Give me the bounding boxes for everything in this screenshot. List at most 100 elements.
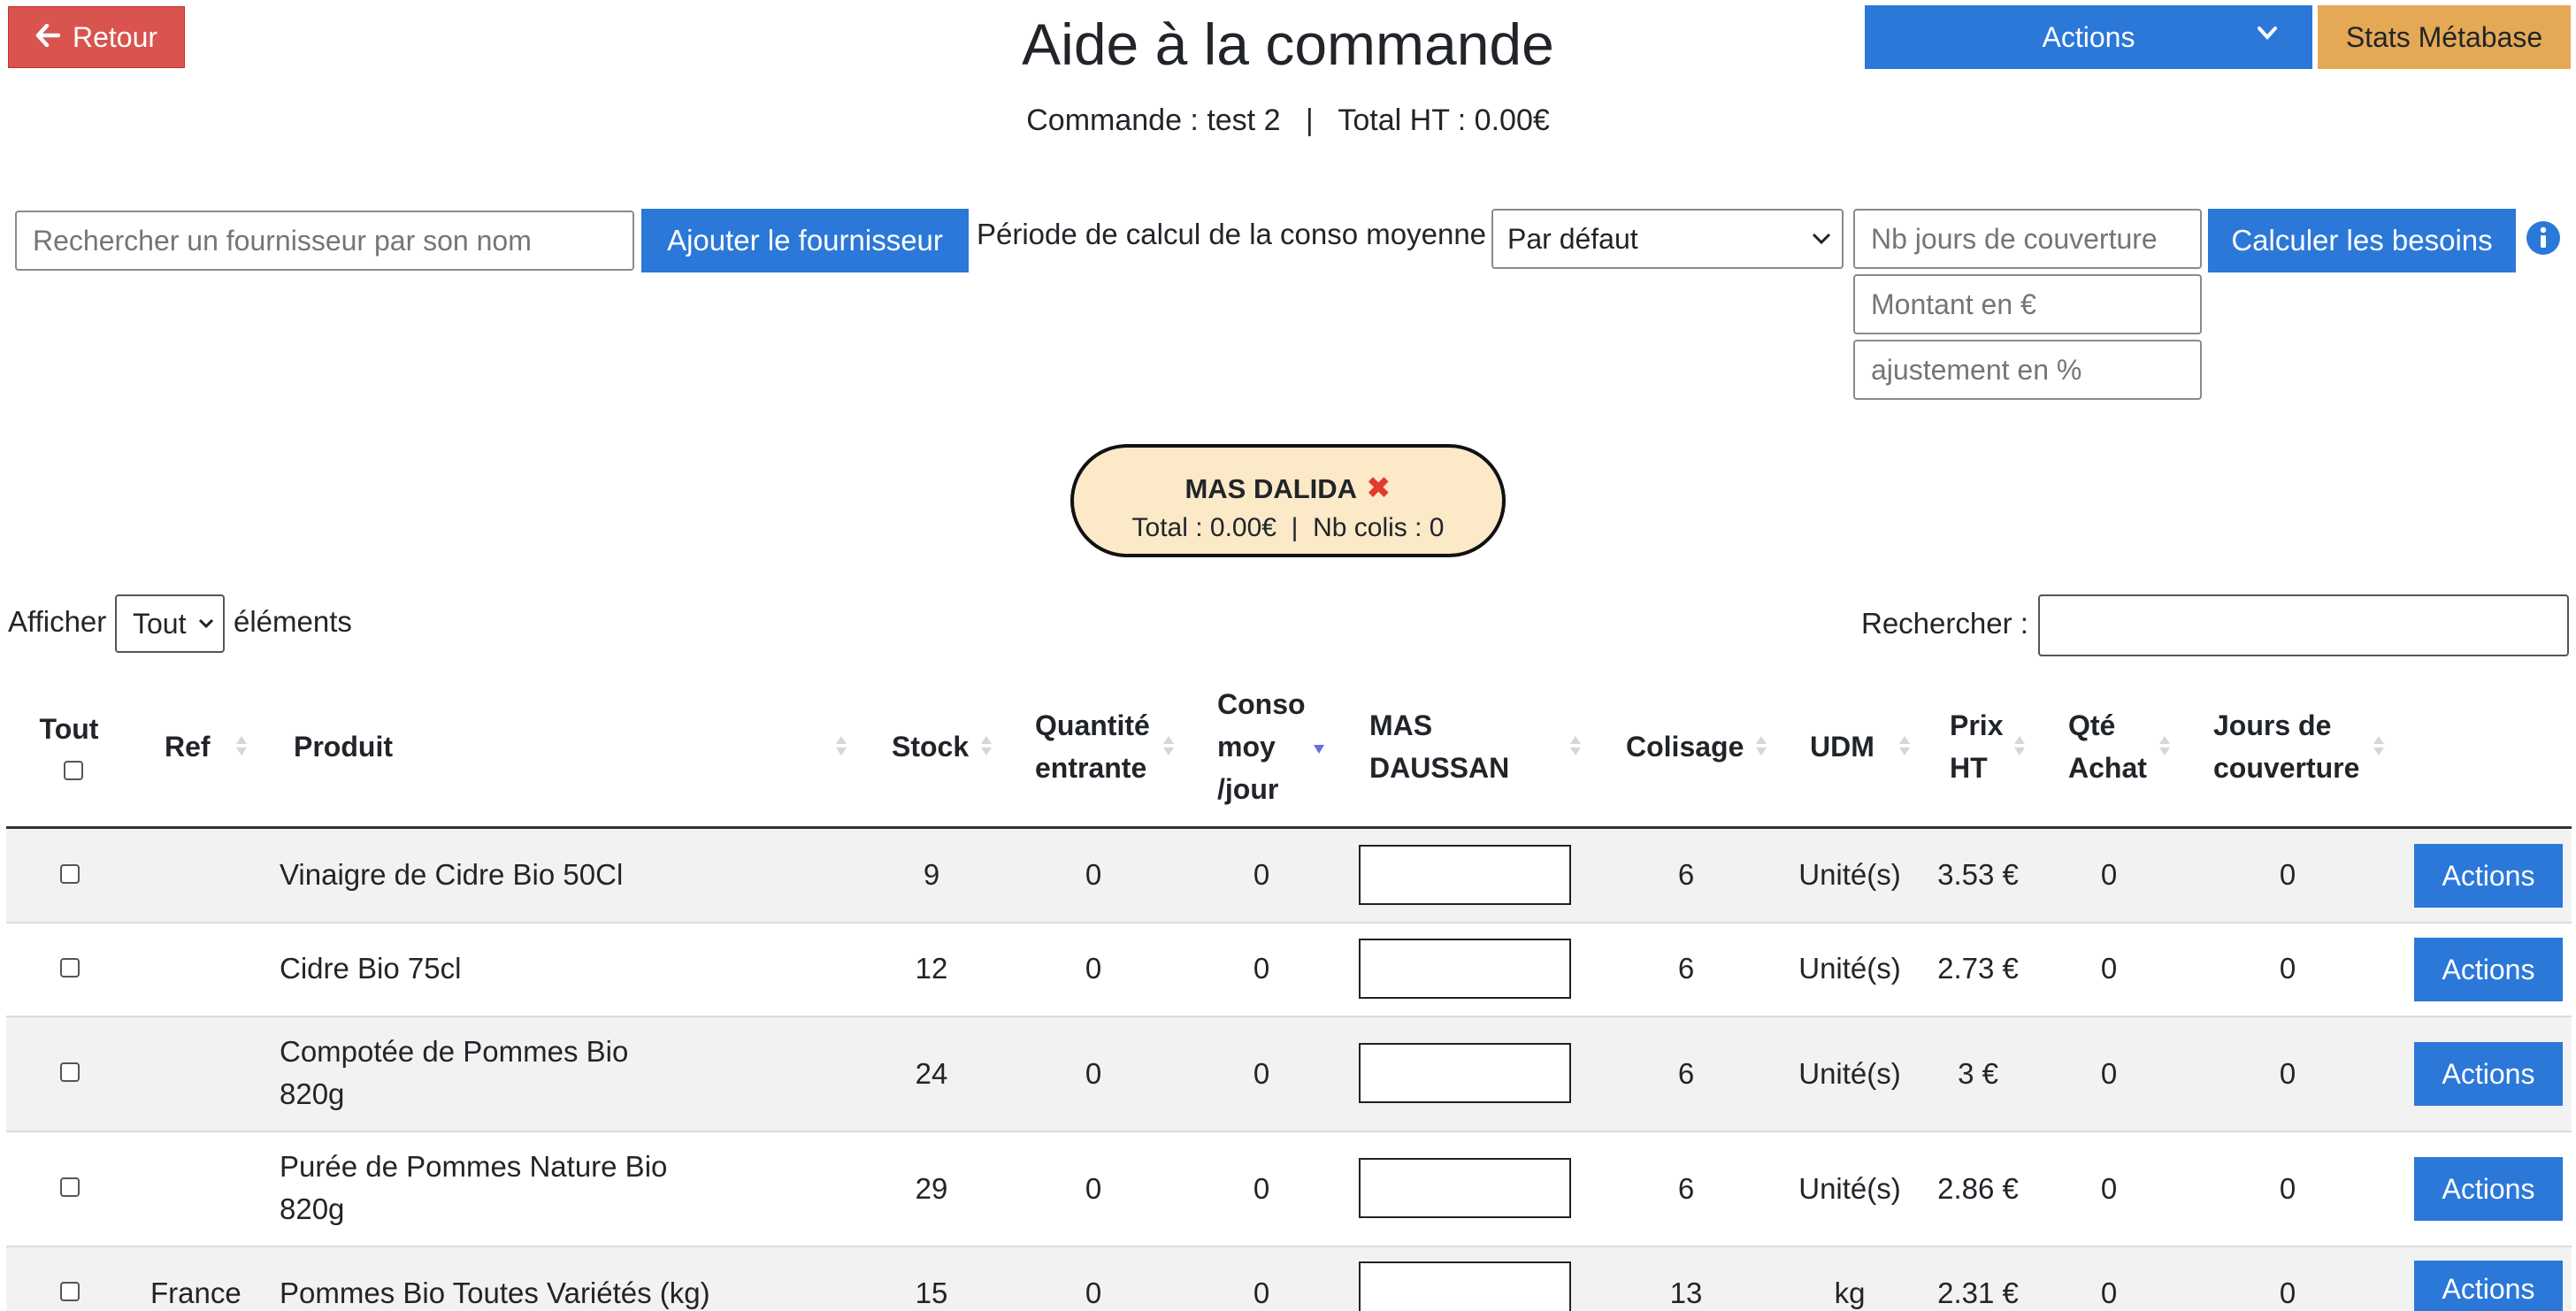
row-actions-button[interactable]: Actions (2414, 1157, 2563, 1221)
row-actions-button[interactable]: Actions (2414, 1042, 2563, 1106)
column-header-supplier-1[interactable]: MAS (1369, 704, 1432, 747)
column-header-incoming-2[interactable]: entrante (1035, 747, 1146, 789)
row-actions-button[interactable]: Actions (2414, 938, 2563, 1001)
product-name: Compotée de Pommes Bio (280, 1035, 629, 1068)
order-qty-input[interactable] (1359, 1043, 1571, 1103)
column-header-udm[interactable]: UDM (1810, 725, 1874, 768)
conso-value: 0 (1253, 1172, 1270, 1205)
qty-value: 0 (2100, 858, 2118, 891)
period-select[interactable]: Par défaut (1491, 209, 1844, 269)
select-all-checkbox[interactable] (64, 761, 83, 780)
adjustment-input[interactable]: ajustement en % (1853, 340, 2202, 400)
column-header-packaging[interactable]: Colisage (1626, 725, 1744, 768)
show-entries-suffix: éléments (234, 605, 352, 638)
supplier-pill: MAS DALIDA ✖ Total : 0.00€ | Nb colis : 0 (1070, 444, 1506, 557)
conso-value: 0 (1253, 1276, 1270, 1309)
incoming-value: 0 (1085, 858, 1102, 891)
product-name: Pommes Bio Toutes Variétés (kg) (280, 1276, 710, 1309)
sort-icon (2373, 736, 2384, 755)
sort-icon (981, 736, 992, 755)
udm-value: Unité(s) (1798, 858, 1901, 891)
column-header-all: Tout (39, 713, 99, 745)
table-search-input[interactable] (2038, 594, 2569, 656)
chevron-down-icon (1812, 233, 1831, 245)
price-value: 3 € (1958, 1057, 1998, 1090)
row-divider (6, 1131, 2572, 1132)
stats-metabase-button[interactable]: Stats Métabase (2318, 5, 2571, 69)
packaging-value: 6 (1677, 952, 1695, 985)
packaging-value: 13 (1669, 1276, 1703, 1309)
packaging-value: 6 (1677, 1057, 1695, 1090)
qty-value: 0 (2100, 1172, 2118, 1205)
product-name-line2: 820g (280, 1192, 345, 1225)
column-header-supplier-2[interactable]: DAUSSAN (1369, 747, 1509, 789)
actions-dropdown-button[interactable]: Actions (1865, 5, 2312, 69)
sort-desc-icon (1314, 745, 1324, 754)
udm-value: Unité(s) (1798, 1057, 1901, 1090)
stock-value: 29 (915, 1172, 948, 1205)
qty-value: 0 (2100, 952, 2118, 985)
row-checkbox[interactable] (60, 1282, 80, 1301)
row-checkbox[interactable] (60, 1062, 80, 1082)
column-header-conso-2[interactable]: moy (1217, 725, 1276, 768)
supplier-search-input[interactable]: Rechercher un fournisseur par son nom (15, 211, 634, 271)
sort-icon (1756, 736, 1767, 755)
row-checkbox[interactable] (60, 1177, 80, 1197)
column-header-product[interactable]: Produit (294, 725, 393, 768)
amount-input[interactable]: Montant en € (1853, 274, 2202, 334)
qty-value: 0 (2100, 1057, 2118, 1090)
coverage-days-input[interactable]: Nb jours de couverture (1853, 209, 2202, 269)
order-qty-input[interactable] (1359, 1158, 1571, 1218)
period-select-value: Par défaut (1507, 222, 1638, 255)
days-value: 0 (2279, 858, 2296, 891)
sort-icon (236, 736, 247, 755)
row-actions-button[interactable]: Actions (2414, 1261, 2563, 1311)
column-header-qty-1[interactable]: Qté (2068, 704, 2115, 747)
packaging-value: 6 (1677, 1172, 1695, 1205)
row-actions-button[interactable]: Actions (2414, 844, 2563, 908)
column-header-conso-3[interactable]: /jour (1217, 768, 1278, 810)
period-label: Période de calcul de la conso moyenne (977, 218, 1487, 250)
compute-needs-button[interactable]: Calculer les besoins (2208, 209, 2516, 272)
page-length-value: Tout (133, 607, 187, 640)
column-header-incoming-1[interactable]: Quantité (1035, 704, 1150, 747)
row-checkbox[interactable] (60, 958, 80, 978)
supplier-totals: Total : 0.00€ | Nb colis : 0 (1131, 513, 1445, 542)
conso-value: 0 (1253, 858, 1270, 891)
udm-value: Unité(s) (1798, 1172, 1901, 1205)
column-header-price-1[interactable]: Prix (1950, 704, 2003, 747)
remove-supplier-icon[interactable]: ✖ (1366, 472, 1392, 505)
column-header-price-2[interactable]: HT (1950, 747, 1988, 789)
column-header-conso-1[interactable]: Conso (1217, 683, 1306, 725)
row-checkbox[interactable] (60, 864, 80, 884)
incoming-value: 0 (1085, 952, 1102, 985)
column-header-qty-2[interactable]: Achat (2068, 747, 2147, 789)
product-name: Purée de Pommes Nature Bio (280, 1150, 668, 1183)
conso-value: 0 (1253, 952, 1270, 985)
incoming-value: 0 (1085, 1172, 1102, 1205)
add-supplier-button[interactable]: Ajouter le fournisseur (641, 209, 969, 272)
supplier-name: MAS DALIDA (1184, 473, 1358, 504)
price-value: 2.73 € (1937, 952, 2019, 985)
stock-value: 9 (923, 858, 940, 891)
chevron-down-icon (2258, 27, 2277, 40)
incoming-value: 0 (1085, 1057, 1102, 1090)
product-name: Cidre Bio 75cl (280, 952, 462, 985)
info-icon[interactable] (2526, 220, 2561, 256)
column-header-days-1[interactable]: Jours de (2213, 704, 2331, 747)
column-header-ref[interactable]: Ref (165, 725, 211, 768)
column-header-days-2[interactable]: couverture (2213, 747, 2359, 789)
column-header-stock[interactable]: Stock (892, 725, 969, 768)
udm-value: kg (1834, 1276, 1866, 1309)
sort-icon (1163, 736, 1174, 755)
order-qty-input[interactable] (1359, 845, 1571, 905)
page-length-select[interactable]: Tout (115, 594, 225, 653)
order-qty-input[interactable] (1359, 939, 1571, 999)
stock-value: 24 (915, 1057, 948, 1090)
sort-icon (2014, 736, 2025, 755)
incoming-value: 0 (1085, 1276, 1102, 1309)
qty-value: 0 (2100, 1276, 2118, 1309)
packaging-value: 6 (1677, 858, 1695, 891)
days-value: 0 (2279, 1057, 2296, 1090)
order-qty-input[interactable] (1359, 1261, 1571, 1311)
